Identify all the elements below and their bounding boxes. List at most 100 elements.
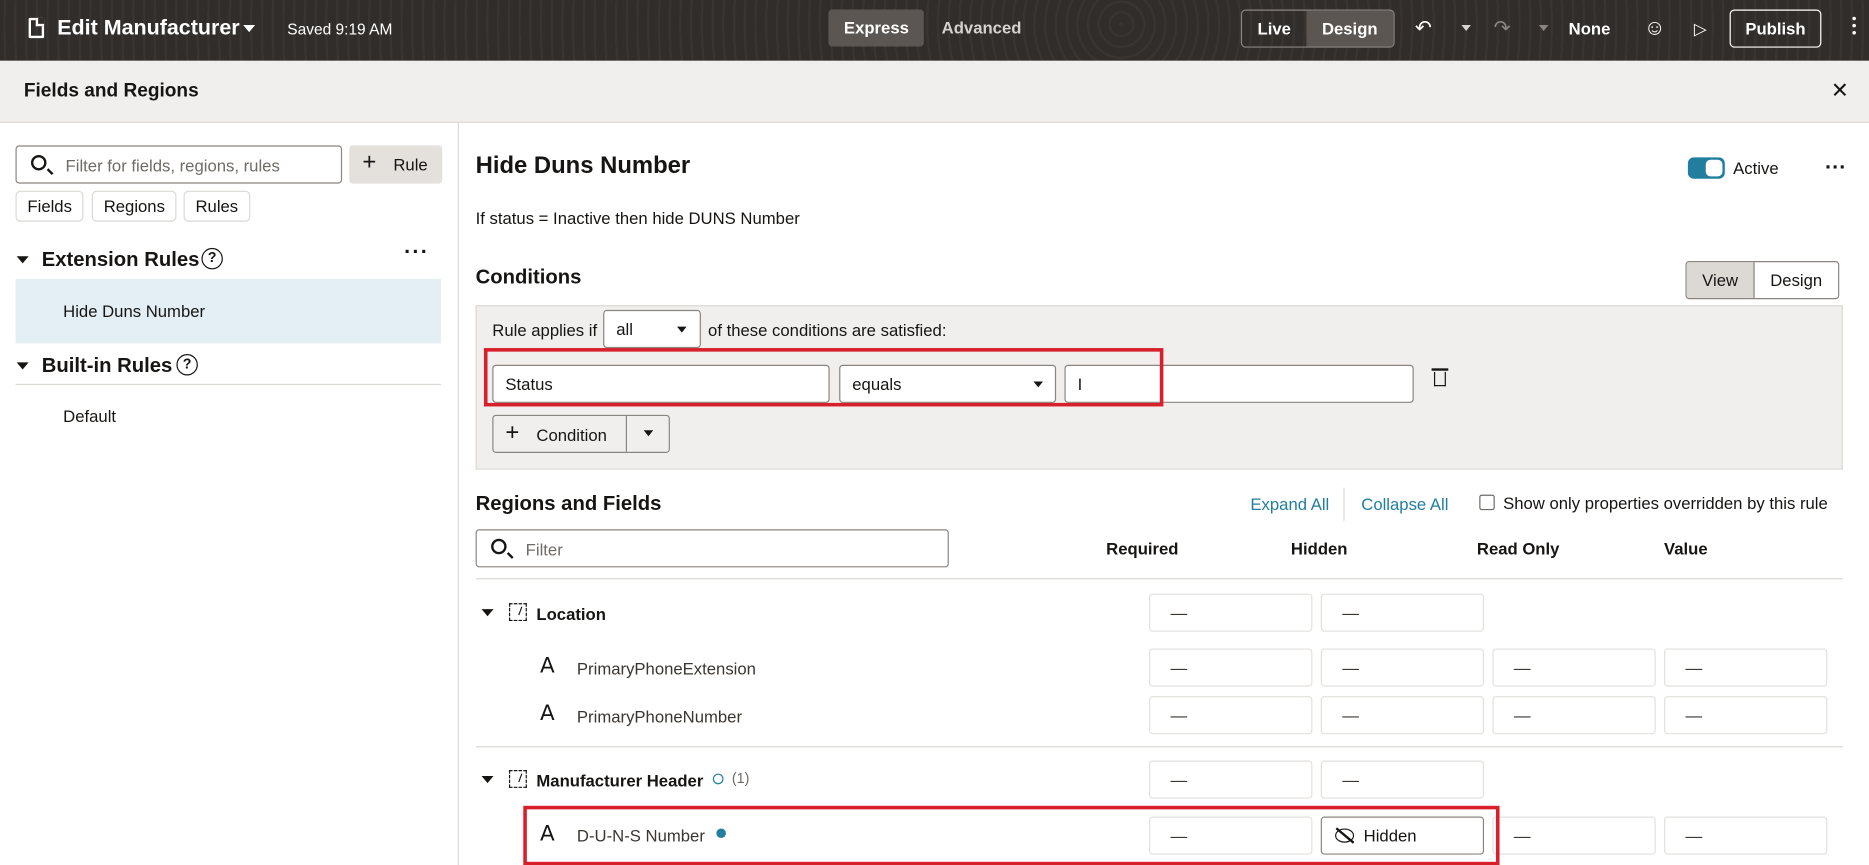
rule-description: If status = Inactive then hide DUNS Numb… [475,208,800,228]
add-rule-label: Rule [393,154,428,175]
close-icon[interactable]: ✕ [1831,79,1849,104]
region-location[interactable]: Location [536,604,606,623]
applies-select[interactable]: all [603,309,701,349]
expand-all-link[interactable]: Expand All [1250,495,1329,514]
cell-value[interactable]: — [1664,696,1828,735]
view-button[interactable]: View [1686,262,1755,298]
cell-hidden[interactable]: — [1320,593,1485,632]
add-condition-label: Condition [536,425,607,445]
design-button[interactable]: Design [1306,10,1394,47]
more-icon[interactable]: ··· [404,240,429,265]
chip-regions[interactable]: Regions [91,190,177,222]
column-required: Required [1106,538,1179,558]
help-icon[interactable]: ? [176,354,198,376]
rule-item-label: Hide Duns Number [63,301,206,321]
cell-read-only[interactable]: — [1492,696,1656,735]
show-only-checkbox[interactable] [1479,494,1495,511]
field-primary-phone-number[interactable]: PrimaryPhoneNumber [577,707,742,726]
text-field-icon: A [539,653,555,679]
live-button[interactable]: Live [1242,11,1306,47]
filter-placeholder: Filter [525,539,563,560]
advanced-mode-button[interactable]: Advanced [926,10,1037,47]
rule-detail: Hide Duns Number Active ··· If status = … [459,123,1869,865]
page-title: Edit Manufacturer [57,15,240,40]
column-value: Value [1664,538,1708,558]
highlight-condition-box [483,348,1164,407]
cell-required[interactable]: — [1149,648,1313,687]
none-selector[interactable]: None [1569,19,1611,38]
redo-icon[interactable]: ↷ [1494,17,1511,41]
active-label: Active [1733,158,1779,178]
cell-required[interactable]: — [1149,696,1313,735]
region-icon [508,603,527,622]
applies-label: Rule applies if [492,320,598,340]
cell-read-only[interactable]: — [1492,816,1656,855]
cell-value: — [1342,705,1359,725]
regions-filter-input[interactable]: Filter [475,529,949,568]
title-menu-chevron-icon[interactable] [243,25,256,33]
view-design-toggle: View Design [1685,261,1839,300]
cell-hidden[interactable]: — [1320,760,1485,799]
chevron-down-icon[interactable] [643,430,654,437]
collapse-chevron-icon[interactable] [16,362,29,370]
cell-hidden[interactable]: — [1320,648,1485,687]
collapse-chevron-icon[interactable] [481,775,494,784]
regions-fields-title: Regions and Fields [475,492,662,515]
cell-required[interactable]: — [1149,760,1313,799]
cell-value: — [1513,705,1531,725]
cell-read-only[interactable]: — [1492,648,1656,687]
chip-rules[interactable]: Rules [183,190,251,222]
cell-value: — [1513,657,1531,678]
modified-ring-icon [712,773,724,785]
button-divider [625,416,627,452]
publish-button[interactable]: Publish [1729,9,1822,48]
help-icon[interactable]: ? [201,247,223,270]
drawer-header: Fields and Regions ✕ [0,60,1869,123]
collapse-all-link[interactable]: Collapse All [1361,495,1448,514]
collapse-chevron-icon[interactable] [16,256,29,264]
region-manufacturer-header[interactable]: Manufacturer Header [536,771,703,790]
trash-icon[interactable] [1431,367,1449,387]
search-icon [30,154,47,171]
applies-suffix: of these conditions are satisfied: [708,320,947,340]
conditions-title: Conditions [475,265,582,289]
cell-value: — [1513,826,1531,846]
builtin-rules-title: Built-in Rules [41,354,173,377]
plus-icon: + [362,149,377,176]
cell-value[interactable]: — [1664,648,1828,687]
express-mode-button[interactable]: Express [828,9,925,47]
cell-value: — [1170,705,1188,725]
applies-value: all [616,319,633,339]
filter-placeholder: Filter for fields, regions, rules [65,156,280,176]
chip-fields[interactable]: Fields [15,190,84,222]
design-button[interactable]: Design [1755,262,1838,298]
active-toggle[interactable] [1687,157,1725,179]
play-icon[interactable]: ▷ [1694,19,1707,39]
cell-value: — [1685,826,1703,846]
filter-input[interactable]: Filter for fields, regions, rules [15,145,343,184]
add-condition-button[interactable]: + Condition [492,414,670,453]
redo-menu-chevron-icon[interactable] [1538,25,1549,31]
search-icon [491,538,507,555]
extension-rules-title: Extension Rules [41,247,200,271]
rule-item-hide-duns-number[interactable]: Hide Duns Number [15,278,442,344]
rules-sidebar: Filter for fields, regions, rules + Rule… [0,122,459,865]
undo-menu-chevron-icon[interactable] [1461,25,1471,31]
rule-item-default[interactable]: Default [15,384,441,448]
cell-value: — [1170,603,1188,623]
add-rule-button[interactable]: + Rule [349,145,443,184]
collapse-chevron-icon[interactable] [481,609,494,617]
cell-required[interactable]: — [1149,593,1313,632]
cell-value[interactable]: — [1664,816,1828,855]
rule-title: Hide Duns Number [475,152,691,179]
override-count: (1) [731,770,750,787]
divider [475,746,1843,748]
more-icon[interactable]: ··· [1825,155,1846,180]
smiley-icon[interactable]: ☺ [1644,15,1666,40]
column-hidden: Hidden [1290,538,1348,558]
more-vertical-icon[interactable] [1852,16,1857,38]
undo-icon[interactable]: ↶ [1415,17,1432,41]
cell-hidden[interactable]: — [1320,696,1485,735]
chevron-down-icon [677,326,687,333]
field-primary-phone-extension[interactable]: PrimaryPhoneExtension [577,659,756,678]
